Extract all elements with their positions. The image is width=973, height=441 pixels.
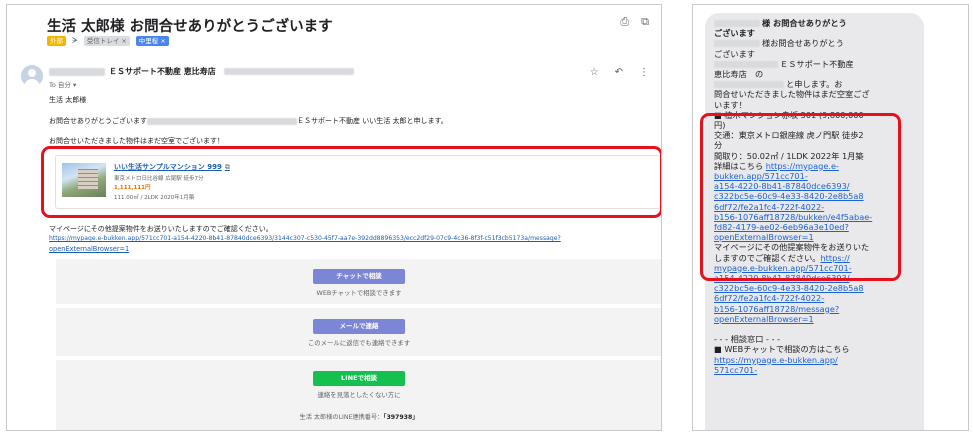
email-panel: 生活 太郎様 お問合せありがとうございます ⎙ ⧉ 外部 ᗒ 受信トレイ × 中里… [6,4,662,431]
sms-line: 様 お問合せありがとう [714,18,847,28]
mypage-link-line1[interactable]: https://mypage.e-bukken.app/571cc701-a15… [49,235,561,242]
sms-text: ＥＳサポート不動産 [780,58,854,69]
sender-avatar[interactable] [21,65,43,87]
sms-link[interactable]: 6df72/fe2a1fc4-722f-4022- [714,293,824,303]
open-in-new-window-icon[interactable]: ⧉ [641,15,649,29]
chat-consult-button[interactable]: チャットで相談 [313,269,405,284]
sms-text: - - - 相談窓口 - - - [714,334,781,345]
line-link-number-label: 生活 太郎様のLINE連携番号： [299,414,384,421]
sms-link[interactable]: openExternalBrowser=1 [714,314,814,324]
sms-line: ■ WEBチャットで相談の方はこちら [714,344,850,354]
redacted-text [714,60,778,68]
line-consult-caption: 連絡を見落としたくない方に [317,391,401,399]
sms-text: 恵比寿店 の [714,69,764,79]
sms-text: ございます [714,48,755,59]
mail-contact-caption: このメールに返信でも連絡できます [307,339,411,347]
label-inbox-text: 受信トレイ [86,37,120,45]
sms-text: います！ [714,99,747,110]
sms-panel: 様 お問合せありがとう ございます 様お問合せありがとう ございます ＥＳサポート不動産… [692,4,969,431]
greeting: 生活 太郎様 [49,96,87,104]
line-link-number-value: 「397938」 [383,414,419,421]
sms-line[interactable]: 571cc701- [714,365,757,375]
sms-line: ＥＳサポート不動産 [714,59,854,69]
sender-name[interactable]: ＥＳサポート不動産 恵比寿店 [109,66,216,77]
redacted-text [714,20,760,27]
sms-text: 問合せいただきました物件はまだ空室ござ [714,89,870,100]
highlight-property-info [700,113,901,281]
sms-line[interactable]: c322bc5e-60c9-4e33-8420-2e8b5a8 [714,283,864,293]
message-actions: ☆ ↶ ⋮ [590,67,649,78]
mypage-link-line2[interactable]: openExternalBrowser=1 [49,245,129,253]
recipient-dropdown[interactable]: To 自分 ▾ [49,79,76,89]
sms-line: 恵比寿店 の [714,69,763,79]
sms-line[interactable]: b156-1076aff18728/message? [714,304,839,314]
chat-section: チャットで相談 WEBチャットで相談できます [56,259,661,304]
sms-text: ございます [714,28,755,39]
sms-text: ■ WEBチャットで相談の方はこちら [714,344,850,355]
sms-link[interactable]: https://mypage.e-bukken.app/ [714,355,838,365]
more-options-icon[interactable]: ⋮ [639,67,649,78]
reply-icon[interactable]: ↶ [615,67,623,78]
sms-line: 問合せいただきました物件はまだ空室ござ [714,89,870,99]
sms-line: ございます [714,28,755,38]
label-assignee-text: 中里桜 [138,37,159,45]
sms-line: と申します。お [714,79,843,89]
email-subject: 生活 太郎様 お問合せありがとうございます [47,19,333,35]
availability-text: お問合せいただきました物件はまだ空室でございます！ [49,137,224,145]
mail-section: メールで連絡 このメールに返信でも連絡できます [56,308,661,356]
sms-line: 様お問合せありがとう [714,38,844,48]
email-top-actions: ⎙ ⧉ [620,15,649,29]
line-link-number: 生活 太郎様のLINE連携番号：「397938」 [56,412,661,421]
important-marker-icon[interactable]: ᗒ [72,36,78,46]
intro-lead: お問合せありがとうございます [49,117,147,125]
redacted-text [714,81,784,89]
redacted-sender-email [223,68,354,75]
print-icon[interactable]: ⎙ [620,15,629,29]
sms-link[interactable]: c322bc5e-60c9-4e33-8420-2e8b5a8 [714,283,864,293]
star-icon[interactable]: ☆ [590,67,599,78]
highlight-property-card [41,146,661,218]
sms-line[interactable]: https://mypage.e-bukken.app/ [714,355,838,365]
sms-text: 様お問合せありがとう [762,38,844,49]
email-labels: 外部 ᗒ 受信トレイ × 中里桜 × [47,36,169,46]
intro-tail: ＥＳサポート不動産 いい生活 太郎と申します。 [297,117,448,125]
chat-consult-caption: WEBチャットで相談できます [316,289,402,297]
remove-label-icon[interactable]: × [160,37,165,45]
redacted-text [147,117,297,125]
remove-label-icon[interactable]: × [121,37,126,45]
sms-line: - - - 相談窓口 - - - [714,334,780,344]
mypage-intro: マイページにその他提案物件をお送りいたしますのでご確認ください。 [49,225,273,233]
redacted-sender-address [49,67,105,76]
mail-contact-button[interactable]: メールで連絡 [313,319,405,334]
redacted-text [714,40,760,48]
sender-row: ＥＳサポート不動産 恵比寿店 [49,66,354,77]
label-assignee[interactable]: 中里桜 × [135,36,169,46]
sms-line: います！ [714,100,747,110]
sms-text: と申します。お [786,79,843,90]
sms-text: 様 お問合せありがとう [762,18,847,28]
intro-paragraph: お問合せありがとうございます ＥＳサポート不動産 いい生活 太郎と申します。 [49,116,448,126]
label-inbox[interactable]: 受信トレイ × [83,36,130,46]
sms-line[interactable]: openExternalBrowser=1 [714,314,814,324]
line-section: LINEで相談 連絡を見落としたくない方に 生活 太郎様のLINE連携番号：「3… [56,360,661,430]
sms-link[interactable]: b156-1076aff18728/message? [714,304,839,314]
line-consult-button[interactable]: LINEで相談 [313,371,405,386]
sms-link[interactable]: 571cc701- [714,365,757,375]
label-external[interactable]: 外部 [47,36,66,46]
sms-line[interactable]: 6df72/fe2a1fc4-722f-4022- [714,293,824,303]
sms-line: ございます [714,49,755,59]
